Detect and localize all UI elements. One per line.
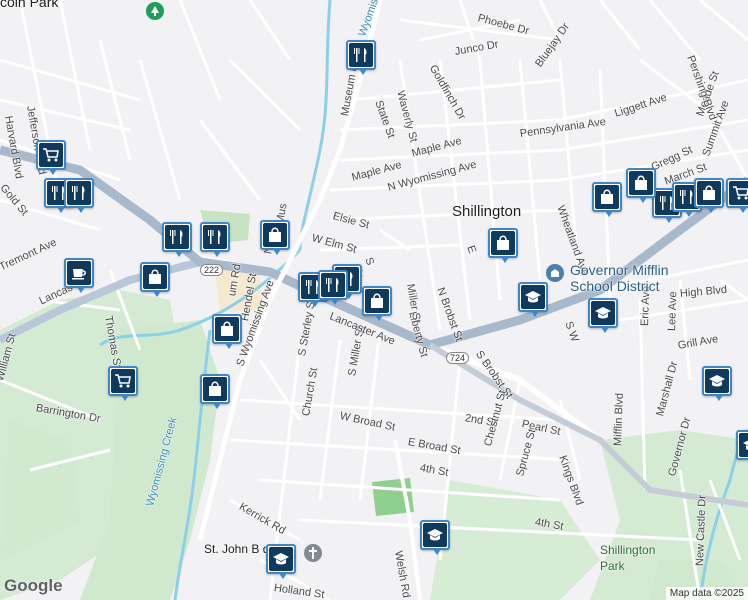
shopping-icon — [629, 171, 653, 195]
street-label: New Castle Dr — [694, 494, 709, 567]
restaurant-icon — [349, 43, 373, 67]
restaurant-icon — [203, 225, 227, 249]
grocery-marker[interactable] — [108, 366, 138, 401]
shopping-marker[interactable] — [212, 314, 242, 349]
school-district-icon[interactable] — [546, 264, 564, 282]
restaurant-icon — [321, 273, 345, 297]
google-logo: Google — [4, 576, 63, 595]
grocery-icon — [111, 369, 135, 393]
grocery-marker[interactable] — [726, 178, 748, 213]
map-attribution[interactable]: Map data ©2025 — [665, 587, 748, 600]
school-marker[interactable] — [266, 544, 296, 579]
place-label-shillington: Shillington — [452, 203, 522, 220]
shopping-icon — [203, 377, 227, 401]
shopping-icon — [215, 317, 239, 341]
restaurant-marker[interactable] — [346, 40, 376, 75]
shopping-marker[interactable] — [626, 168, 656, 203]
park-icon[interactable] — [146, 2, 164, 20]
shopping-marker[interactable] — [140, 262, 170, 297]
restaurant-marker[interactable] — [162, 222, 192, 257]
restaurant-marker[interactable] — [318, 270, 348, 305]
school-icon — [423, 523, 447, 547]
restaurant-icon — [165, 225, 189, 249]
shopping-marker[interactable] — [694, 178, 724, 213]
route-shield: 724 — [446, 352, 470, 364]
place-label-school-district: Governor Mifflin School District — [570, 262, 669, 294]
shopping-icon — [697, 181, 721, 205]
route-shield: 222 — [200, 264, 224, 276]
school-marker[interactable] — [702, 366, 732, 401]
school-marker[interactable] — [736, 430, 748, 460]
school-marker[interactable] — [588, 298, 618, 333]
shopping-marker[interactable] — [200, 374, 230, 409]
restaurant-icon — [67, 181, 91, 205]
church-icon[interactable] — [304, 544, 322, 562]
place-label-lincoln-park: coln Park — [0, 0, 59, 10]
school-icon — [739, 433, 748, 457]
cafe-icon — [67, 261, 91, 285]
street-label: Mifflin Blvd — [612, 392, 626, 447]
shopping-marker[interactable] — [488, 228, 518, 263]
school-icon — [269, 547, 293, 571]
school-icon — [591, 301, 615, 325]
shopping-marker[interactable] — [362, 286, 392, 321]
shopping-icon — [263, 223, 287, 247]
place-label-shillington-park: Shillington Park — [600, 543, 656, 573]
shopping-icon — [143, 265, 167, 289]
shopping-marker[interactable] — [592, 182, 622, 217]
restaurant-marker[interactable] — [200, 222, 230, 257]
shopping-icon — [595, 185, 619, 209]
shopping-icon — [365, 289, 389, 313]
cafe-marker[interactable] — [64, 258, 94, 293]
grocery-marker[interactable] — [36, 140, 66, 175]
restaurant-marker[interactable] — [64, 178, 94, 213]
school-marker[interactable] — [420, 520, 450, 555]
school-icon — [521, 285, 545, 309]
school-icon — [705, 369, 729, 393]
shopping-icon — [491, 231, 515, 255]
street-label: Lee Ave — [666, 291, 680, 332]
shopping-marker[interactable] — [260, 220, 290, 255]
map-canvas[interactable]: Museum Rd State St Maple Ave Maple Ave N… — [0, 0, 748, 600]
grocery-icon — [39, 143, 63, 167]
school-marker[interactable] — [518, 282, 548, 317]
grocery-icon — [729, 181, 748, 205]
